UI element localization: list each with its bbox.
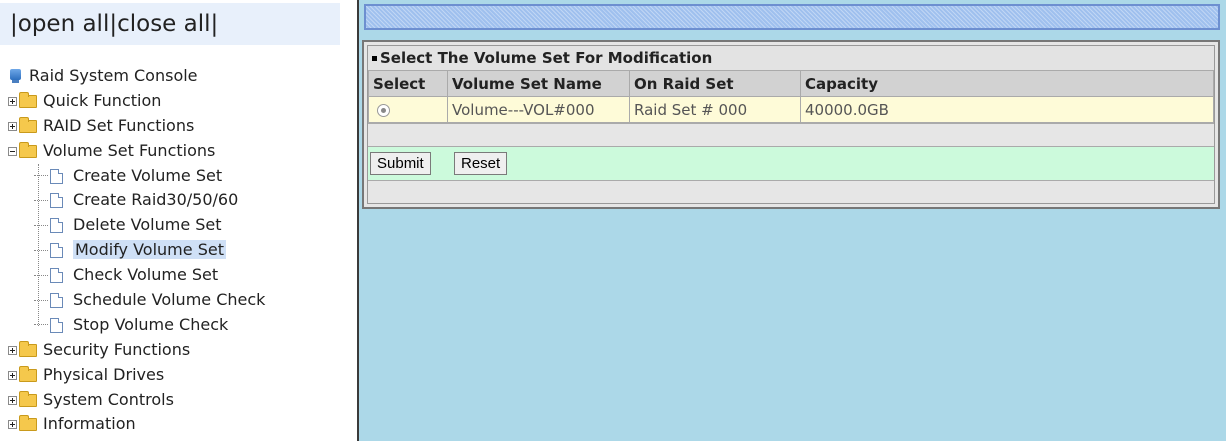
- tree-item-physical-drives[interactable]: Physical Drives: [8, 363, 265, 388]
- tree-item-modify-volume-set[interactable]: Modify Volume Set: [8, 238, 265, 263]
- navigation-tree: Raid System Console Quick Function RAID …: [8, 64, 265, 437]
- tree-item-label: Create Volume Set: [73, 165, 223, 185]
- tree-toggle-links: |open all|close all|: [0, 3, 340, 45]
- tree-item-label: System Controls: [43, 389, 174, 409]
- column-header-volume-set-name: Volume Set Name: [447, 70, 630, 97]
- folder-icon: [19, 340, 37, 357]
- page-icon: [50, 218, 63, 234]
- tree-item-security-functions[interactable]: Security Functions: [8, 338, 265, 363]
- reset-button[interactable]: Reset: [454, 152, 508, 175]
- tree-item-label: Schedule Volume Check: [73, 290, 266, 310]
- tree-item-delete-volume-set[interactable]: Delete Volume Set: [8, 213, 265, 238]
- tree-root-label: Raid System Console: [29, 66, 198, 85]
- close-all-link[interactable]: close all: [117, 11, 210, 37]
- folder-icon: [19, 390, 37, 407]
- form-button-row: Submit Reset: [368, 146, 1214, 181]
- expand-plus-icon[interactable]: [8, 420, 17, 430]
- table-row: Volume---VOL#000 Raid Set # 000 40000.0G…: [368, 96, 1214, 123]
- column-header-capacity: Capacity: [800, 70, 1214, 97]
- table-header-row: Select Volume Set Name On Raid Set Capac…: [368, 70, 1214, 97]
- capacity-cell: 40000.0GB: [800, 96, 1214, 123]
- tree-item-schedule-volume-check[interactable]: Schedule Volume Check: [8, 288, 265, 313]
- folder-icon: [19, 116, 37, 133]
- tree-item-label: Quick Function: [43, 90, 162, 110]
- console-icon: [8, 69, 23, 84]
- volume-select-radio[interactable]: [377, 103, 390, 117]
- spacer-row: [368, 123, 1214, 146]
- tree-item-quick-function[interactable]: Quick Function: [8, 89, 265, 114]
- tree-branch: [34, 175, 48, 177]
- content-frame: Select The Volume Set For Modification S…: [359, 0, 1226, 441]
- tree-item-information[interactable]: Information: [8, 412, 265, 437]
- tree-item-system-controls[interactable]: System Controls: [8, 388, 265, 413]
- bullet-square-icon: [372, 56, 377, 61]
- tree-item-label: Check Volume Set: [73, 265, 219, 285]
- tree-branch: [34, 299, 48, 302]
- expand-plus-icon[interactable]: [8, 96, 17, 106]
- tree-branch: [34, 324, 48, 326]
- tree-item-label: Information: [43, 414, 136, 434]
- volume-name-cell: Volume---VOL#000: [447, 96, 630, 123]
- expand-plus-icon[interactable]: [8, 121, 17, 131]
- link-separator: |: [109, 11, 118, 37]
- page-icon: [50, 243, 63, 259]
- folder-icon: [19, 365, 37, 382]
- tree-item-label: Stop Volume Check: [73, 314, 229, 334]
- form-title: Select The Volume Set For Modification: [380, 49, 713, 67]
- tree-item-label: Physical Drives: [43, 364, 165, 384]
- tree-item-label: RAID Set Functions: [43, 115, 195, 135]
- raid-set-cell: Raid Set # 000: [629, 96, 801, 123]
- form-title-row: Select The Volume Set For Modification: [368, 46, 1214, 70]
- open-all-link[interactable]: open all: [18, 11, 110, 37]
- page-icon: [50, 317, 63, 333]
- tree-item-label-selected: Modify Volume Set: [73, 240, 226, 260]
- tree-item-check-volume-set[interactable]: Check Volume Set: [8, 263, 265, 288]
- tree-item-raid-set-functions[interactable]: RAID Set Functions: [8, 114, 265, 139]
- tree-item-create-raid30-50-60[interactable]: Create Raid30/50/60: [8, 188, 265, 213]
- page-icon: [50, 268, 63, 284]
- column-header-on-raid-set: On Raid Set: [629, 70, 801, 97]
- navigation-frame: |open all|close all| Raid System Console…: [0, 0, 357, 441]
- submit-button[interactable]: Submit: [370, 152, 431, 175]
- tree-item-volume-set-functions[interactable]: Volume Set Functions: [8, 139, 265, 164]
- expand-plus-icon[interactable]: [8, 395, 17, 405]
- select-cell: [368, 96, 448, 123]
- volume-select-form: Select The Volume Set For Modification S…: [367, 45, 1215, 204]
- tree-item-label: Volume Set Functions: [43, 140, 216, 160]
- open-folder-icon: [19, 141, 37, 158]
- page-icon: [50, 168, 63, 184]
- tree-item-label: Security Functions: [43, 339, 191, 359]
- tree-item-label: Create Raid30/50/60: [73, 190, 239, 210]
- page-icon: [50, 293, 63, 309]
- header-bar: [364, 4, 1220, 30]
- column-header-select: Select: [368, 70, 448, 97]
- page-icon: [50, 193, 63, 209]
- volume-set-table: Select Volume Set Name On Raid Set Capac…: [368, 70, 1214, 123]
- folder-icon: [19, 91, 37, 108]
- tree-branch: [34, 224, 48, 227]
- tree-item-create-volume-set[interactable]: Create Volume Set: [8, 164, 265, 189]
- collapse-minus-icon[interactable]: [8, 146, 17, 156]
- expand-plus-icon[interactable]: [8, 345, 17, 355]
- volume-set-children: Create Volume Set Create Raid30/50/60 De…: [8, 163, 265, 338]
- tree-root[interactable]: Raid System Console: [8, 64, 265, 89]
- expand-plus-icon[interactable]: [8, 370, 17, 380]
- tree-branch: [34, 274, 48, 277]
- bar-right: |: [210, 11, 219, 37]
- bar-left: |: [10, 11, 18, 37]
- tree-item-label: Delete Volume Set: [73, 215, 222, 235]
- tree-item-stop-volume-check[interactable]: Stop Volume Check: [8, 313, 265, 338]
- folder-icon: [19, 415, 37, 432]
- volume-select-panel: Select The Volume Set For Modification S…: [362, 40, 1220, 209]
- form-footer-row: [368, 181, 1214, 201]
- tree-branch: [34, 249, 48, 252]
- tree-branch: [34, 199, 48, 202]
